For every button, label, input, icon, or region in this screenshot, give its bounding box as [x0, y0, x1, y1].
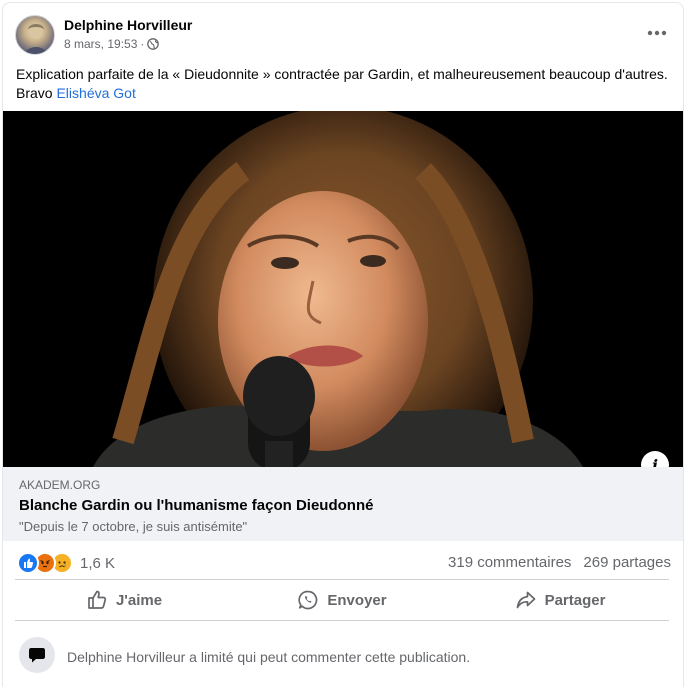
more-options-button[interactable] [645, 23, 669, 43]
video-thumbnail [3, 111, 683, 467]
link-preview-image[interactable] [3, 111, 683, 467]
caption-mention-link[interactable]: Elishéva Got [56, 85, 135, 101]
post-meta: 8 mars, 19:53 · [64, 37, 160, 51]
meta-separator: · [140, 37, 145, 51]
post-stats: 1,6 K 319 commentaires 269 partages [3, 543, 683, 579]
whatsapp-icon [298, 590, 318, 610]
link-description: "Depuis le 7 octobre, je suis antisémite… [19, 519, 248, 534]
post-caption: Explication parfaite de la « Dieudonnite… [16, 65, 671, 103]
share-arrow-icon [516, 591, 535, 609]
author-name[interactable]: Delphine Horvilleur [64, 17, 192, 33]
comment-bubble-icon [19, 637, 55, 673]
comment-restriction-row: Delphine Horvilleur a limité qui peut co… [3, 623, 683, 687]
post-timestamp[interactable]: 8 mars, 19:53 [64, 37, 137, 51]
thumbs-up-icon [88, 590, 107, 609]
link-preview-box[interactable]: AKADEM.ORG Blanche Gardin ou l'humanisme… [3, 467, 683, 541]
share-button[interactable]: Partager [451, 580, 669, 620]
comment-restriction-text: Delphine Horvilleur a limité qui peut co… [67, 649, 471, 665]
reaction-count[interactable]: 1,6 K [80, 555, 115, 572]
like-button[interactable]: J'aime [15, 580, 233, 620]
shares-count[interactable]: 269 partages [583, 554, 671, 571]
author-avatar[interactable] [15, 15, 55, 55]
engagement-counts: 319 commentaires 269 partages [448, 554, 671, 571]
more-dots-icon [647, 30, 667, 36]
like-reaction-icon [17, 552, 39, 574]
send-button[interactable]: Envoyer [233, 580, 451, 620]
reaction-summary[interactable]: 1,6 K [17, 552, 115, 574]
link-title[interactable]: Blanche Gardin ou l'humanisme façon Dieu… [19, 497, 373, 514]
post-card: Delphine Horvilleur 8 mars, 19:53 · Expl… [2, 2, 684, 687]
share-label: Partager [544, 591, 606, 609]
link-domain: AKADEM.ORG [19, 478, 101, 492]
comments-count[interactable]: 319 commentaires [448, 554, 571, 571]
globe-icon [147, 38, 160, 50]
post-header: Delphine Horvilleur 8 mars, 19:53 · [3, 3, 683, 61]
like-label: J'aime [115, 591, 163, 609]
actions-divider [15, 620, 669, 621]
send-label: Envoyer [327, 591, 387, 609]
action-bar: J'aime Envoyer Partager [15, 580, 669, 620]
